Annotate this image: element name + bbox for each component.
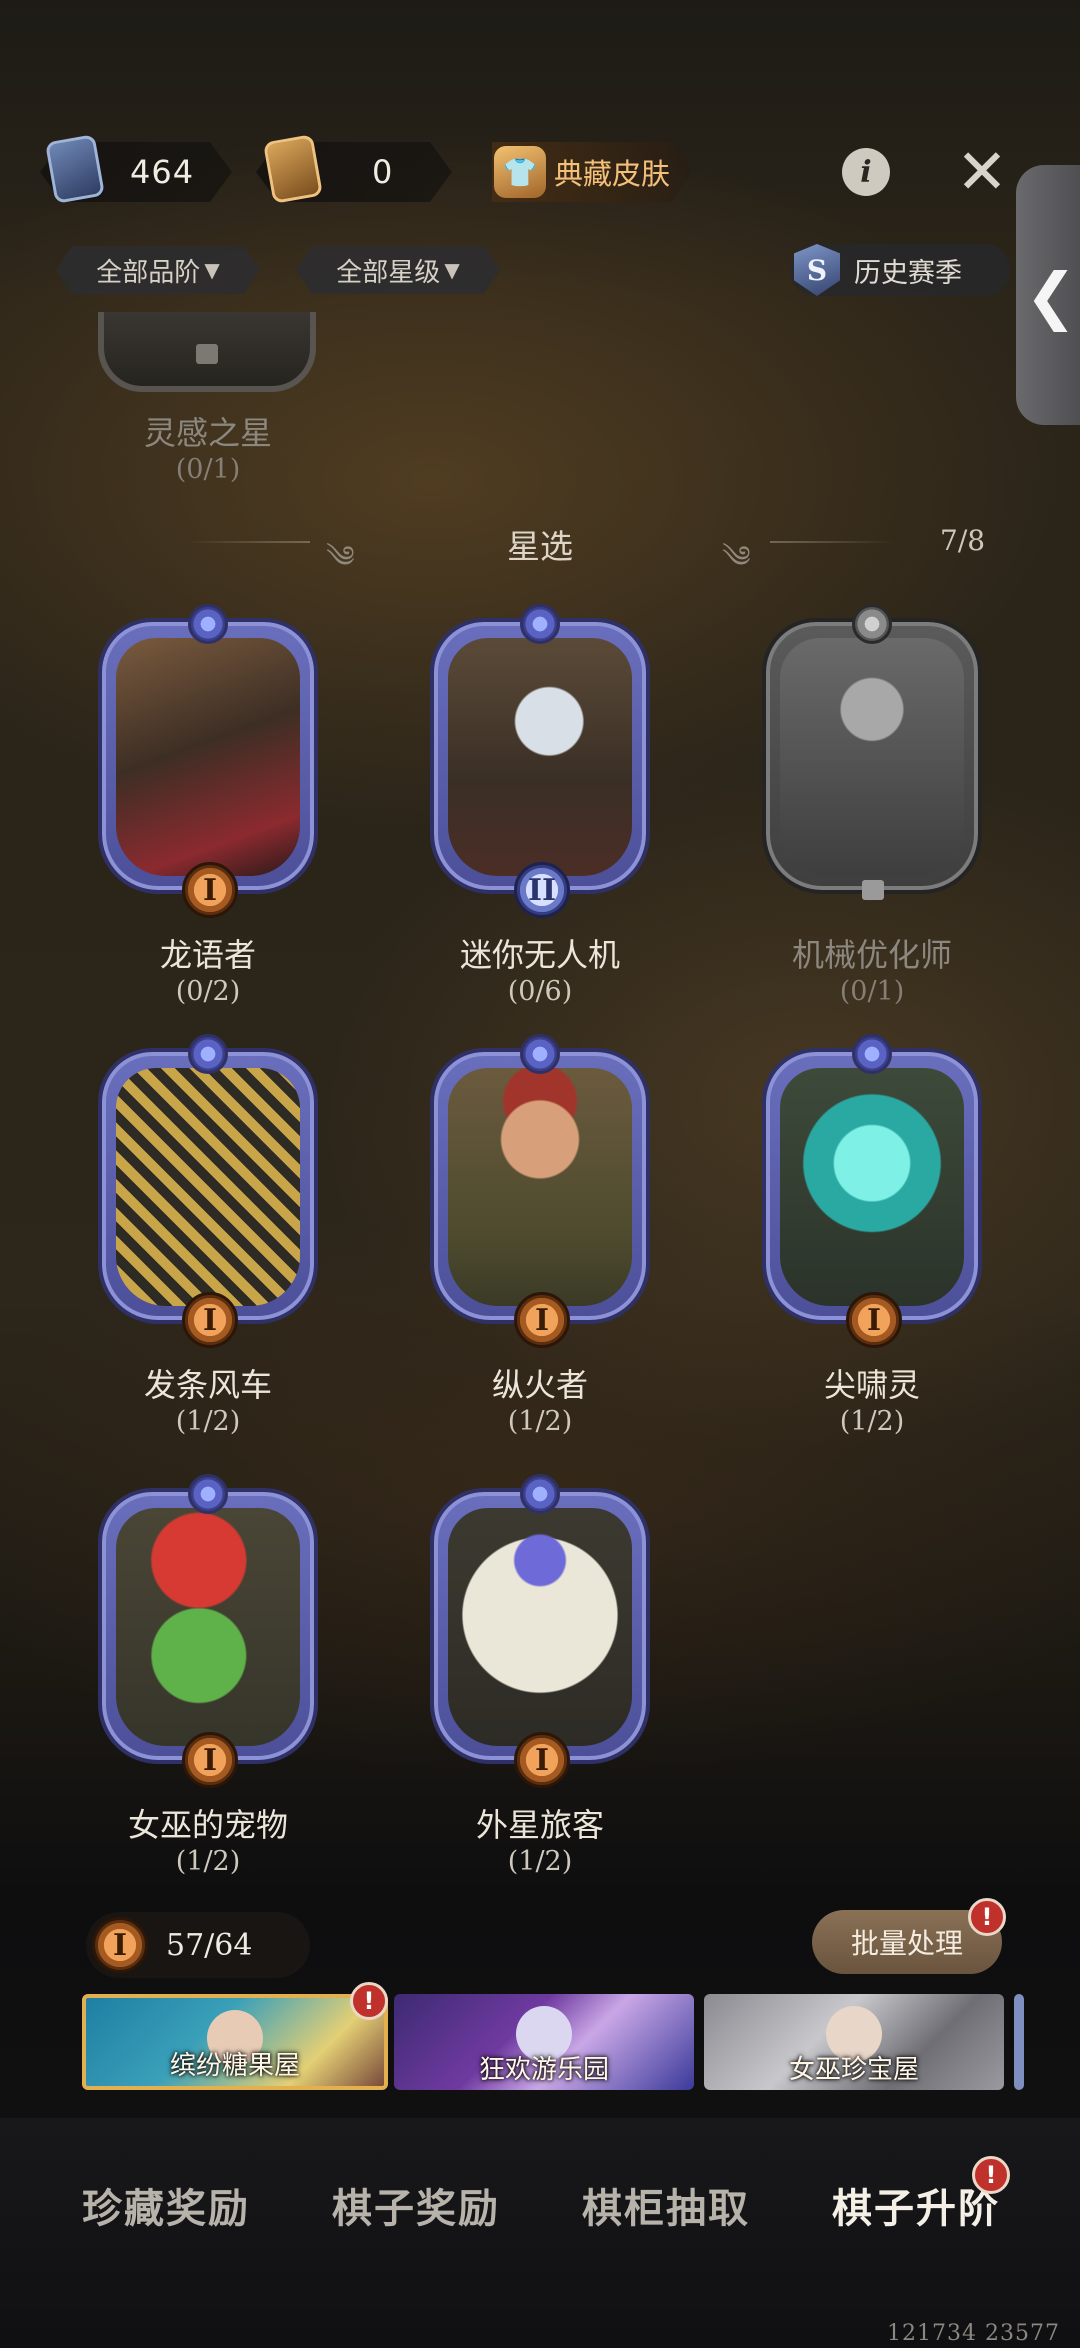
dropdown-arrow-icon: ▼ bbox=[444, 258, 460, 282]
history-season-button[interactable]: S 历史赛季 bbox=[790, 244, 1010, 296]
chess-card-mechanic-optimizer[interactable] bbox=[762, 604, 982, 900]
chevron-left-icon: ❮ bbox=[1025, 258, 1077, 332]
tier-progress-value: 57/64 bbox=[166, 1927, 253, 1963]
batch-process-label: 批量处理 bbox=[850, 1927, 963, 1960]
item-name: 发条风车 bbox=[143, 1366, 272, 1404]
history-season-label: 历史赛季 bbox=[854, 257, 962, 289]
chess-card-witch-pet[interactable]: I bbox=[98, 1474, 318, 1788]
lightbulb-knob-icon bbox=[852, 604, 892, 644]
swirl-knob-icon bbox=[188, 1474, 228, 1514]
banner-witch-treasure[interactable]: 女巫珍宝屋 bbox=[704, 1994, 1004, 2090]
item-count: (0/2) bbox=[175, 976, 241, 1007]
locked-card-frame[interactable] bbox=[98, 312, 316, 392]
card-art bbox=[116, 1068, 300, 1306]
card-art bbox=[448, 638, 632, 876]
tier-badge: I bbox=[182, 1292, 238, 1348]
chess-card-screaming-spirit[interactable]: I bbox=[762, 1034, 982, 1348]
gold-card-icon bbox=[262, 134, 324, 204]
banner-label: 女巫珍宝屋 bbox=[788, 2055, 919, 2085]
lock-icon bbox=[196, 344, 218, 364]
shirt-icon: 👕 bbox=[494, 146, 546, 198]
alert-badge-icon: ! bbox=[968, 1898, 1006, 1936]
section-title: 星选 bbox=[507, 527, 573, 566]
item-name: 女巫的宠物 bbox=[127, 1806, 288, 1844]
collection-skins-label: 典藏皮肤 bbox=[554, 157, 671, 191]
tier-badge: I bbox=[92, 1917, 148, 1973]
gold-currency-value: 0 bbox=[372, 153, 394, 191]
chess-card-mini-drone[interactable]: II bbox=[430, 604, 650, 918]
item-name: 机械优化师 bbox=[791, 936, 952, 974]
banner-next-partial[interactable] bbox=[1014, 1994, 1024, 2090]
item-count: (1/2) bbox=[839, 1406, 905, 1437]
close-button[interactable]: ✕ bbox=[952, 141, 1012, 203]
tier-badge: II bbox=[514, 862, 570, 918]
item-count: (1/2) bbox=[175, 1406, 241, 1437]
quality-filter-dropdown[interactable]: 全部品阶 ▼ bbox=[56, 246, 260, 294]
card-pack-icon bbox=[44, 134, 106, 204]
collection-skins-button[interactable]: 👕 典藏皮肤 bbox=[492, 142, 692, 202]
card-art bbox=[116, 638, 300, 876]
item-name: 灵感之星 bbox=[143, 414, 272, 452]
tab-piece-rewards[interactable]: 棋子奖励 bbox=[332, 2176, 500, 2234]
section-count: 7/8 bbox=[940, 524, 986, 557]
item-count: (1/2) bbox=[507, 1846, 573, 1877]
tier-badge: I bbox=[182, 862, 238, 918]
item-name: 迷你无人机 bbox=[459, 936, 620, 974]
tier-badge: I bbox=[514, 1732, 570, 1788]
swirl-knob-icon bbox=[188, 604, 228, 644]
season-badge-icon: S bbox=[794, 244, 840, 296]
star-filter-dropdown[interactable]: 全部星级 ▼ bbox=[296, 246, 500, 294]
quality-filter-label: 全部品阶 bbox=[96, 257, 201, 288]
tab-cabinet-draw[interactable]: 棋柜抽取 bbox=[582, 2176, 750, 2234]
card-art bbox=[448, 1068, 632, 1306]
side-expand-tab[interactable]: ❮ bbox=[1016, 165, 1080, 425]
swirl-knob-icon bbox=[852, 1034, 892, 1074]
card-art bbox=[116, 1508, 300, 1746]
card-art bbox=[780, 1068, 964, 1306]
swirl-knob-icon bbox=[520, 1474, 560, 1514]
banner-carnival-park[interactable]: 狂欢游乐园 bbox=[394, 1994, 694, 2090]
dropdown-arrow-icon: ▼ bbox=[204, 258, 220, 282]
tier-badge: I bbox=[846, 1292, 902, 1348]
swirl-knob-icon bbox=[520, 604, 560, 644]
item-count: (0/1) bbox=[839, 976, 905, 1007]
banner-label: 缤纷糖果屋 bbox=[169, 2051, 300, 2081]
item-count: (1/2) bbox=[507, 1406, 573, 1437]
tab-collection-rewards[interactable]: 珍藏奖励 bbox=[82, 2176, 250, 2234]
card-art bbox=[780, 638, 964, 876]
item-count: (0/1) bbox=[175, 454, 241, 485]
chess-card-clockwork-windmill[interactable]: I bbox=[98, 1034, 318, 1348]
section-divider-right bbox=[770, 541, 894, 543]
item-name: 尖啸灵 bbox=[823, 1366, 920, 1404]
footer-id: 121734 23577 bbox=[887, 2321, 1060, 2346]
star-filter-label: 全部星级 bbox=[336, 257, 441, 288]
item-name: 龙语者 bbox=[159, 936, 256, 974]
tier-badge: I bbox=[514, 1292, 570, 1348]
alert-badge-icon: ! bbox=[350, 1982, 388, 2020]
tier-badge: I bbox=[182, 1732, 238, 1788]
item-name: 外星旅客 bbox=[475, 1806, 604, 1844]
tier-progress-pill: I 57/64 bbox=[86, 1912, 310, 1978]
banner-candy-house[interactable]: 缤纷糖果屋 bbox=[82, 1994, 388, 2090]
lock-icon bbox=[862, 880, 884, 900]
chess-card-arsonist[interactable]: I bbox=[430, 1034, 650, 1348]
chess-card-alien-traveler[interactable]: I bbox=[430, 1474, 650, 1788]
item-count: (1/2) bbox=[175, 1846, 241, 1877]
chess-card-dragon-speaker[interactable]: I bbox=[98, 604, 318, 918]
swirl-ornament-icon: ༄ bbox=[722, 540, 751, 575]
section-divider-left bbox=[186, 541, 310, 543]
card-currency-value: 464 bbox=[130, 153, 195, 191]
card-art bbox=[448, 1508, 632, 1746]
alert-badge-icon: ! bbox=[972, 2156, 1010, 2194]
item-name: 纵火者 bbox=[491, 1366, 588, 1404]
info-button[interactable]: i bbox=[842, 148, 890, 196]
item-count: (0/6) bbox=[507, 976, 573, 1007]
banner-label: 狂欢游乐园 bbox=[478, 2055, 609, 2085]
swirl-ornament-icon: ༄ bbox=[326, 540, 355, 575]
swirl-knob-icon bbox=[188, 1034, 228, 1074]
swirl-knob-icon bbox=[520, 1034, 560, 1074]
